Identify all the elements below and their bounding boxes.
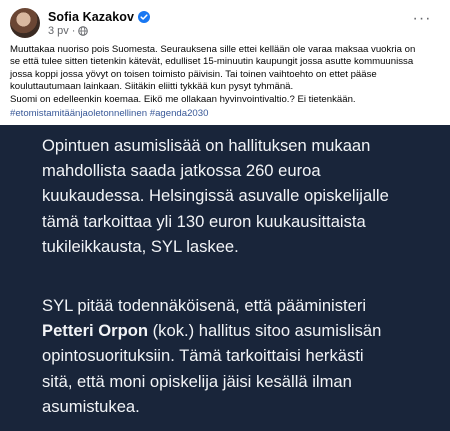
- image-text-line: asumistukea.: [42, 396, 140, 416]
- image-text-bold-name: Petteri Orpon: [42, 321, 149, 341]
- facebook-post: Sofia Kazakov 3 pv · ··· Muuttakaa nuori…: [0, 0, 450, 431]
- post-text-line: Suomi on edelleenkin koemaa. Eikö me oll…: [10, 93, 356, 105]
- post-text-line: jossa koppi jossa yövyt on toisen toimis…: [10, 68, 377, 80]
- post-hashtags: #etomistamitäänjaoletonnellinen #agenda2…: [10, 108, 208, 119]
- post-text-line: Muuttakaa nuoriso pois Suomesta. Seurauk…: [10, 44, 416, 55]
- image-text-line: mahdollista saada jatkossa 260 euroa: [42, 161, 321, 181]
- image-text-fragment: (kok.) hallitus sitoo asumislisän: [148, 321, 382, 341]
- post-time[interactable]: 3 pv: [48, 25, 69, 37]
- author-row: Sofia Kazakov: [48, 10, 151, 24]
- image-text-line: opintosuorituksiin. Tämä tarkoittaisi he…: [42, 346, 364, 366]
- image-text-line: SYL pitää todennäköisenä, että pääminist…: [42, 296, 367, 315]
- hashtag-link[interactable]: #agenda2030: [150, 108, 209, 119]
- image-text-line: tukileikkausta, SYL laskee.: [42, 236, 239, 256]
- post-header: Sofia Kazakov 3 pv · ···: [0, 0, 450, 40]
- verified-badge-icon: [138, 11, 151, 23]
- hashtag-link[interactable]: #etomistamitäänjaoletonnellinen: [10, 108, 147, 119]
- author-name[interactable]: Sofia Kazakov: [48, 10, 134, 24]
- image-text-line: sitä, että moni opiskelija jäisi kesällä…: [42, 371, 352, 391]
- post-text: Muuttakaa nuoriso pois Suomesta. Seurauk…: [10, 44, 440, 106]
- image-paragraph-1: Opintuen asumislisää on hallituksen muka…: [42, 133, 389, 259]
- post-meta: 3 pv ·: [48, 25, 89, 37]
- more-options-icon: ···: [412, 10, 432, 27]
- image-text-line: tämä tarkoittaa yli 130 euron kuukausitt…: [42, 211, 366, 231]
- more-options-button[interactable]: ···: [410, 10, 434, 27]
- image-text-line: Petteri Orpon (kok.) hallitus sitoo asum…: [42, 318, 381, 343]
- globe-icon: [78, 26, 89, 36]
- post-image[interactable]: Opintuen asumislisää on hallituksen muka…: [0, 125, 450, 431]
- meta-separator: ·: [71, 25, 76, 37]
- avatar[interactable]: [10, 8, 40, 38]
- post-text-line: kouluttautumaan lainkaan. Siitäkin eliit…: [10, 81, 294, 93]
- image-paragraph-2: SYL pitää todennäköisenä, että pääminist…: [42, 293, 381, 419]
- image-text-line: Opintuen asumislisää on hallituksen muka…: [42, 136, 371, 155]
- image-text-line: kuukaudessa. Helsingissä asuvalle opiske…: [42, 186, 389, 206]
- post-text-line: se että tulee sitten tietenkin kätevät, …: [10, 56, 414, 68]
